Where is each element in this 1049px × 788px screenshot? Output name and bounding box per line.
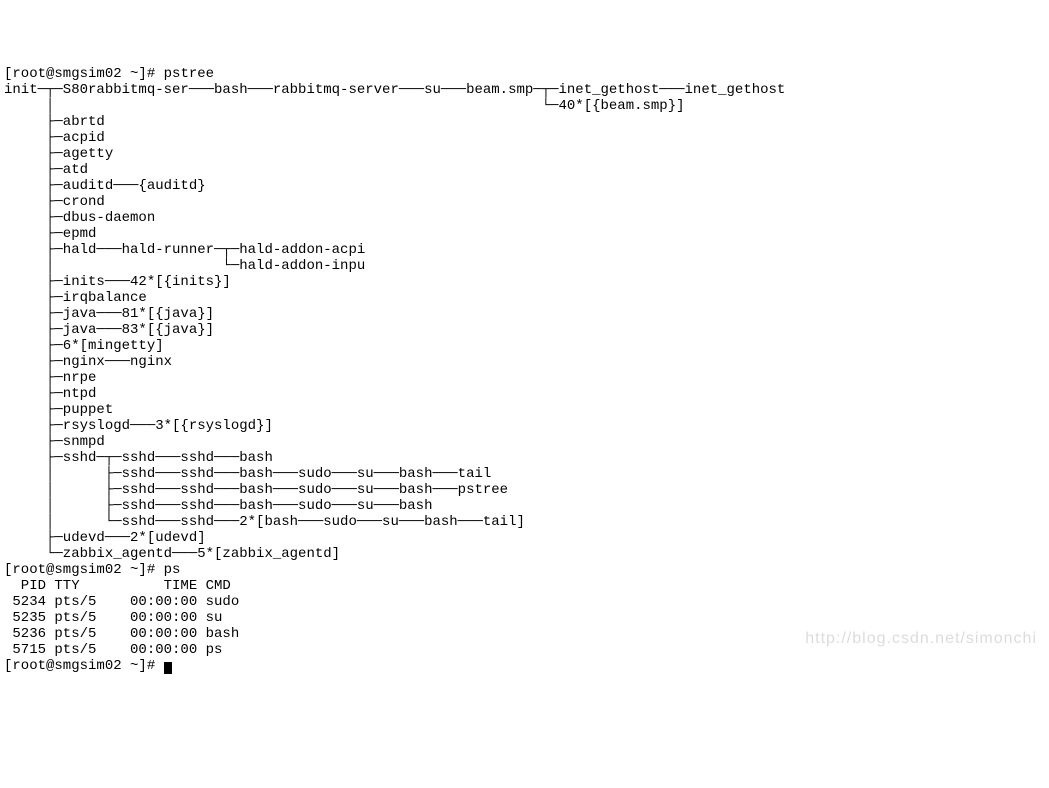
pstree-line: │ └─sshd───sshd───2*[bash───sudo───su───…: [4, 514, 525, 530]
shell-prompt: [root@smgsim02 ~]#: [4, 658, 164, 674]
pstree-line: ├─java───83*[{java}]: [4, 322, 214, 338]
pstree-line: ├─irqbalance: [4, 290, 147, 306]
pstree-line: │ └─40*[{beam.smp}]: [4, 98, 685, 114]
ps-row: 5236 pts/5 00:00:00 bash: [4, 626, 239, 642]
pstree-line: │ ├─sshd───sshd───bash───sudo───su───bas…: [4, 498, 432, 514]
ps-row: 5235 pts/5 00:00:00 su: [4, 610, 222, 626]
pstree-line: init─┬─S80rabbitmq-ser───bash───rabbitmq…: [4, 82, 785, 98]
command-pstree: pstree: [164, 66, 214, 82]
command-ps: ps: [164, 562, 181, 578]
pstree-line: ├─java───81*[{java}]: [4, 306, 214, 322]
pstree-line: ├─acpid: [4, 130, 105, 146]
pstree-line: ├─crond: [4, 194, 105, 210]
pstree-line: ├─auditd───{auditd}: [4, 178, 206, 194]
pstree-line: ├─udevd───2*[udevd]: [4, 530, 206, 546]
shell-prompt: [root@smgsim02 ~]#: [4, 66, 164, 82]
pstree-line: ├─dbus-daemon: [4, 210, 155, 226]
pstree-line: ├─6*[mingetty]: [4, 338, 164, 354]
pstree-line: │ ├─sshd───sshd───bash───sudo───su───bas…: [4, 482, 508, 498]
shell-prompt: [root@smgsim02 ~]#: [4, 562, 164, 578]
pstree-line: └─zabbix_agentd───5*[zabbix_agentd]: [4, 546, 340, 562]
pstree-line: ├─sshd─┬─sshd───sshd───bash: [4, 450, 273, 466]
pstree-line: ├─atd: [4, 162, 88, 178]
cursor-icon: [164, 662, 172, 674]
pstree-line: ├─puppet: [4, 402, 113, 418]
pstree-line: ├─abrtd: [4, 114, 105, 130]
pstree-line: ├─agetty: [4, 146, 113, 162]
ps-header: PID TTY TIME CMD: [4, 578, 231, 594]
pstree-line: ├─hald───hald-runner─┬─hald-addon-acpi: [4, 242, 365, 258]
terminal-output[interactable]: [root@smgsim02 ~]# pstree init─┬─S80rabb…: [0, 64, 1049, 676]
pstree-line: │ └─hald-addon-inpu: [4, 258, 365, 274]
pstree-line: ├─inits───42*[{inits}]: [4, 274, 231, 290]
pstree-line: ├─epmd: [4, 226, 96, 242]
pstree-line: │ ├─sshd───sshd───bash───sudo───su───bas…: [4, 466, 491, 482]
pstree-line: ├─nrpe: [4, 370, 96, 386]
ps-row: 5715 pts/5 00:00:00 ps: [4, 642, 222, 658]
pstree-line: ├─rsyslogd───3*[{rsyslogd}]: [4, 418, 273, 434]
pstree-line: ├─snmpd: [4, 434, 105, 450]
pstree-line: ├─ntpd: [4, 386, 96, 402]
ps-row: 5234 pts/5 00:00:00 sudo: [4, 594, 239, 610]
pstree-line: ├─nginx───nginx: [4, 354, 172, 370]
